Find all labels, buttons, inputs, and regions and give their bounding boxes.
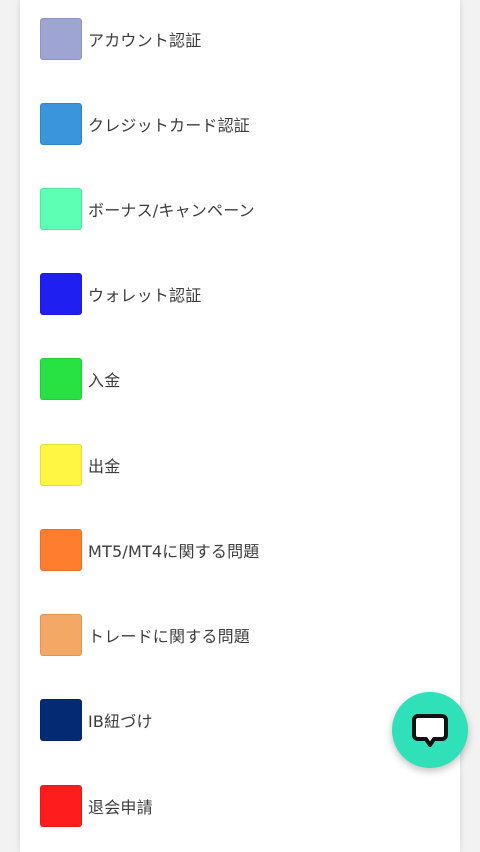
category-label: 出金	[88, 457, 121, 476]
category-deposit[interactable]: 入金	[40, 357, 120, 401]
category-mt5-mt4-issues[interactable]: MT5/MT4に関する問題	[40, 528, 260, 572]
color-swatch	[40, 358, 82, 400]
category-label: 入金	[88, 371, 121, 390]
color-swatch	[40, 18, 82, 60]
category-credit-card-verification[interactable]: クレジットカード認証	[40, 102, 250, 146]
color-swatch	[40, 444, 82, 486]
color-swatch	[40, 273, 82, 315]
color-swatch	[40, 188, 82, 230]
category-label: ウォレット認証	[88, 286, 202, 305]
color-swatch	[40, 529, 82, 571]
category-withdrawal[interactable]: 出金	[40, 443, 120, 487]
category-label: ボーナス/キャンペーン	[88, 201, 255, 220]
color-swatch	[40, 785, 82, 827]
color-swatch	[40, 614, 82, 656]
category-label: トレードに関する問題	[88, 627, 251, 646]
category-label: IB紐づけ	[88, 712, 153, 731]
category-label: MT5/MT4に関する問題	[88, 542, 260, 561]
color-swatch	[40, 699, 82, 741]
page: アカウント認証 クレジットカード認証 ボーナス/キャンペーン ウォレット認証 入…	[0, 0, 480, 852]
category-ib-linking[interactable]: IB紐づけ	[40, 698, 153, 742]
category-label: アカウント認証	[88, 31, 202, 50]
chat-bubble-icon	[410, 710, 450, 750]
category-wallet-verification[interactable]: ウォレット認証	[40, 272, 201, 316]
chat-button[interactable]	[392, 692, 468, 768]
category-account-verification[interactable]: アカウント認証	[40, 17, 201, 61]
category-trade-issues[interactable]: トレードに関する問題	[40, 613, 250, 657]
category-label: クレジットカード認証	[88, 116, 251, 135]
category-account-closure[interactable]: 退会申請	[40, 784, 153, 828]
category-bonus-campaign[interactable]: ボーナス/キャンペーン	[40, 187, 255, 231]
category-label: 退会申請	[88, 798, 153, 817]
color-swatch	[40, 103, 82, 145]
